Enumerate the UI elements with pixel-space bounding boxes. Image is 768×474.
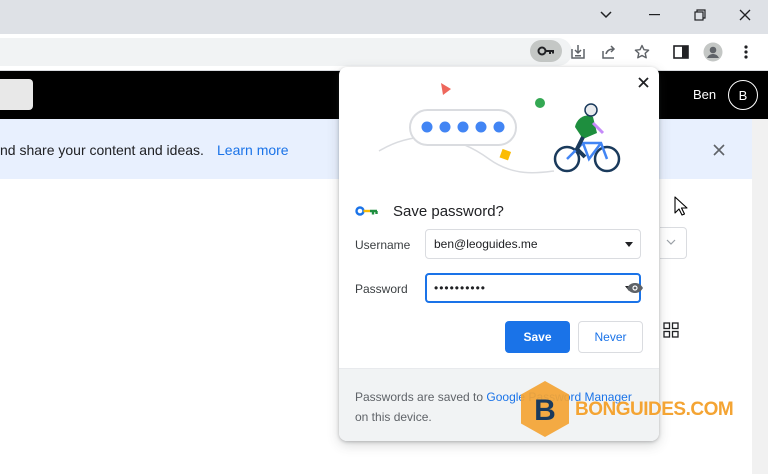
watermark-letter: B [534, 394, 556, 427]
chevron-down-icon [600, 11, 612, 19]
username-label: Username [355, 238, 411, 252]
eye-icon[interactable] [626, 282, 644, 294]
username-value: ben@leoguides.me [434, 237, 538, 251]
footer-prefix: Passwords are saved to [355, 390, 487, 404]
user-name: Ben [693, 87, 717, 102]
watermark-logo: B BONGUIDES.COM [519, 380, 734, 438]
chevron-down-icon [666, 239, 676, 245]
info-banner-text: nd share your content and ideas. [0, 142, 204, 158]
never-button[interactable]: Never [578, 321, 643, 353]
key-icon [537, 46, 554, 56]
footer-suffix: on this device. [355, 410, 432, 424]
username-field[interactable]: ben@leoguides.me [425, 229, 641, 259]
password-label: Password [355, 282, 408, 296]
background-dropdown[interactable] [660, 227, 687, 259]
password-key-button[interactable] [530, 40, 562, 62]
learn-more-link[interactable]: Learn more [217, 142, 289, 158]
tab-search-button[interactable] [591, 3, 621, 27]
cyclist-illustration [378, 83, 621, 174]
profile-button[interactable] [702, 41, 724, 63]
password-field[interactable]: •••••••••• [425, 273, 641, 303]
share-button[interactable] [598, 41, 620, 63]
mouse-cursor-icon [674, 196, 688, 216]
close-icon [637, 76, 649, 88]
more-menu-icon [744, 45, 748, 59]
install-app-icon [571, 45, 585, 59]
hexagon-logo-icon: B [521, 381, 569, 437]
more-menu-button[interactable] [735, 41, 757, 63]
scrollbar[interactable] [752, 119, 768, 474]
close-icon [713, 144, 725, 156]
side-panel-icon [673, 45, 689, 59]
close-window-button[interactable] [730, 3, 760, 27]
chevron-down-icon[interactable] [625, 242, 633, 247]
dialog-header: Save password? [355, 201, 504, 221]
restore-icon [694, 9, 706, 21]
minimize-icon [649, 14, 660, 16]
save-button[interactable]: Save [505, 321, 570, 353]
dialog-close-button[interactable] [634, 73, 652, 91]
restore-button[interactable] [685, 3, 715, 27]
minimize-button[interactable] [640, 3, 670, 27]
watermark-text: BONGUIDES.COM [575, 399, 734, 420]
address-bar[interactable] [0, 38, 572, 66]
side-panel-button[interactable] [670, 41, 692, 63]
install-app-button[interactable] [567, 41, 589, 63]
key-icon [355, 206, 378, 216]
grid-view-icon[interactable] [663, 322, 679, 338]
info-banner-close-button[interactable] [710, 141, 728, 159]
password-value: •••••••••• [434, 281, 487, 295]
share-icon [602, 45, 616, 59]
close-icon [739, 9, 751, 21]
profile-icon [703, 42, 723, 62]
avatar[interactable]: B [728, 80, 758, 110]
bookmark-star-icon [634, 44, 650, 59]
page-search-field[interactable] [0, 79, 33, 110]
dialog-title: Save password? [393, 202, 504, 220]
bookmark-button[interactable] [631, 41, 653, 63]
